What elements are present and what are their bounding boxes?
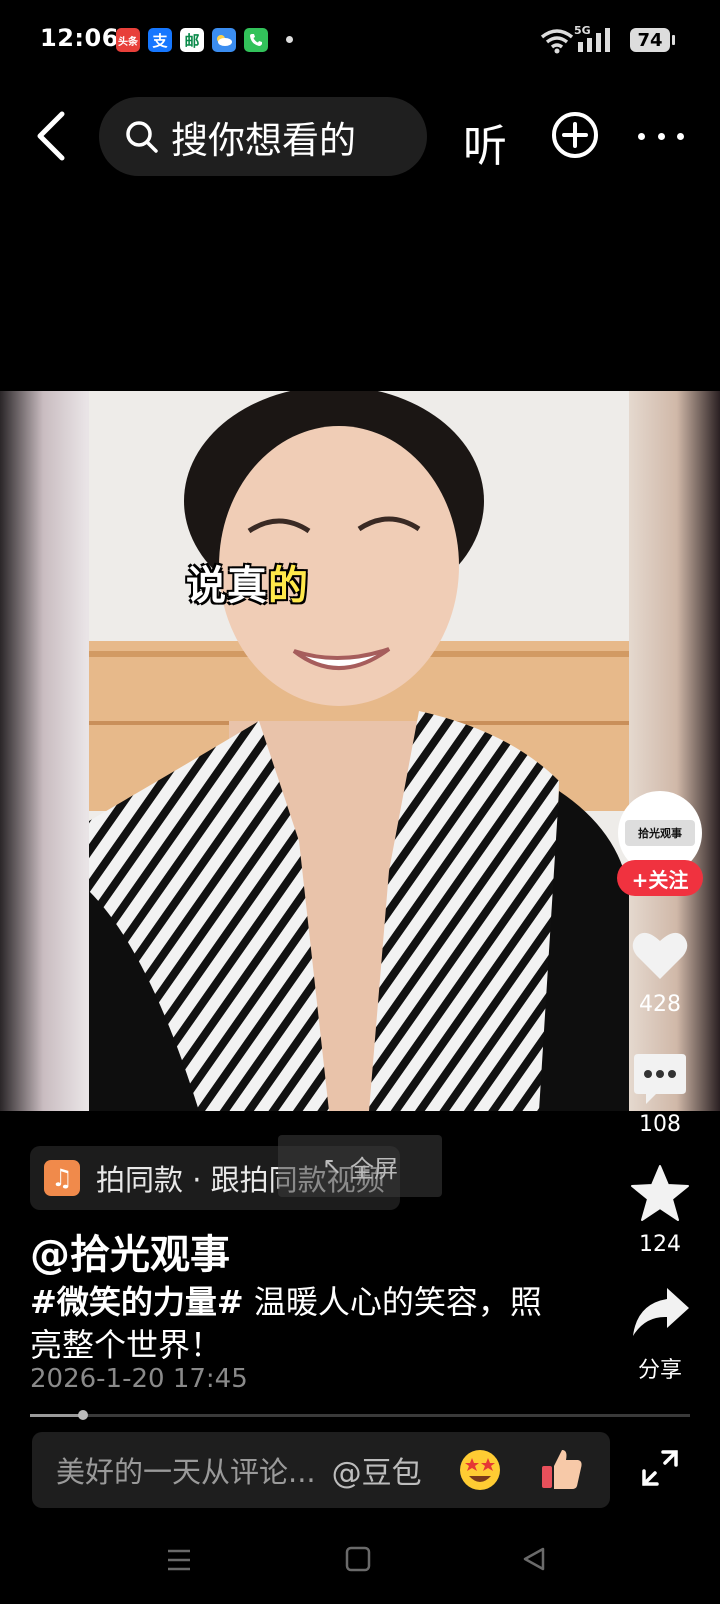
more-options-button[interactable]	[638, 118, 684, 154]
back-button[interactable]	[30, 108, 74, 164]
comment-count: 108	[639, 1112, 681, 1137]
nav-home-button[interactable]	[345, 1546, 371, 1572]
search-placeholder: 搜你想看的	[171, 118, 356, 162]
video-progress-fill	[30, 1414, 83, 1417]
nav-recent-apps-button[interactable]	[166, 1547, 192, 1573]
fullscreen-button[interactable]: ↖ 全屏	[278, 1135, 442, 1197]
weather-app-icon	[212, 28, 236, 52]
share-arrow-icon[interactable]	[631, 1286, 691, 1338]
fullscreen-arrow-icon: ↖	[321, 1152, 343, 1180]
battery-indicator: 74	[630, 28, 675, 52]
author-name[interactable]: @拾光观事	[30, 1222, 230, 1280]
notification-dot	[286, 36, 293, 43]
favorite-count: 124	[639, 1232, 681, 1257]
share-label[interactable]: 分享	[610, 1352, 710, 1384]
mention-doubao[interactable]: @豆包	[332, 1448, 422, 1492]
nav-back-button[interactable]	[522, 1546, 546, 1572]
hashtag-link[interactable]: #微笑的力量#	[30, 1283, 244, 1321]
video-caption: #微笑的力量# 温暖人心的笑容，照亮整个世界！	[30, 1283, 542, 1364]
toutiao-app-icon: 头条	[116, 28, 140, 52]
like-count: 428	[639, 992, 681, 1017]
china-post-app-icon: 邮	[180, 28, 204, 52]
add-button[interactable]	[550, 110, 600, 160]
follow-button[interactable]: +关注	[617, 860, 703, 896]
thumbs-up-emoji-icon[interactable]	[540, 1446, 584, 1492]
music-note-icon: ♫	[44, 1160, 80, 1196]
fullscreen-label: 全屏	[350, 1154, 399, 1183]
search-input[interactable]: 搜你想看的	[99, 97, 427, 176]
avatar-logo: 拾光观事	[625, 820, 695, 846]
status-time: 12:06	[40, 24, 119, 52]
alipay-app-icon: 支	[148, 28, 172, 52]
wifi-icon	[540, 29, 574, 54]
comment-placeholder: 美好的一天从评论...	[56, 1455, 316, 1489]
post-timestamp: 2026-1-20 17:45	[30, 1364, 248, 1394]
cellular-signal-icon: 5G	[574, 24, 616, 54]
comment-input[interactable]: 美好的一天从评论... @豆包	[32, 1432, 610, 1508]
phone-app-icon	[244, 28, 268, 52]
heart-icon[interactable]	[631, 927, 689, 981]
video-content: 说真的	[89, 391, 629, 1111]
video-subtitle: 说真的	[186, 563, 309, 609]
favorite-star-icon[interactable]	[630, 1164, 690, 1222]
video-progress-track[interactable]	[30, 1414, 690, 1417]
video-progress-handle[interactable]	[77, 1410, 88, 1420]
comment-icon[interactable]	[632, 1052, 688, 1106]
search-icon	[126, 120, 158, 153]
star-struck-emoji-icon[interactable]	[458, 1448, 502, 1492]
listen-button[interactable]: 听	[463, 110, 507, 174]
expand-icon[interactable]	[641, 1449, 679, 1487]
